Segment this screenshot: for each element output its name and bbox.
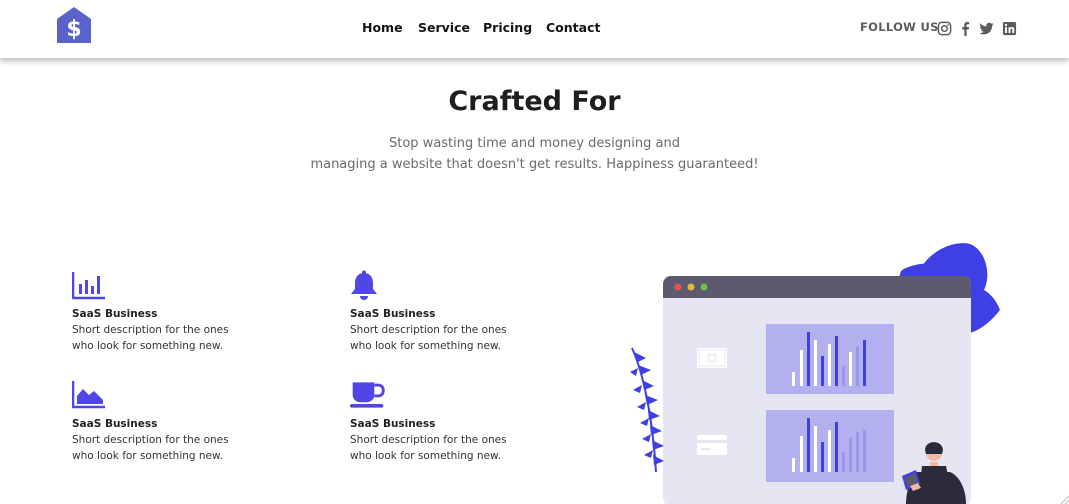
feature-description-line: Short description for the ones bbox=[350, 324, 507, 336]
feature-card: SaaS Business Short description for the … bbox=[350, 380, 570, 464]
linkedin-icon[interactable] bbox=[1002, 21, 1017, 36]
nav-link-home[interactable]: Home bbox=[362, 20, 403, 35]
feature-description-line: who look for something new. bbox=[350, 340, 501, 352]
dollar-house-icon[interactable]: $ bbox=[55, 6, 93, 44]
feature-title: SaaS Business bbox=[350, 418, 436, 430]
instagram-icon[interactable] bbox=[937, 21, 952, 36]
follow-us-label: FOLLOW US bbox=[860, 20, 939, 34]
feature-title: SaaS Business bbox=[72, 308, 158, 320]
bell-icon bbox=[351, 270, 377, 300]
nav-link-service[interactable]: Service bbox=[418, 20, 470, 35]
feature-title: SaaS Business bbox=[72, 418, 158, 430]
bar-chart-icon bbox=[72, 272, 105, 300]
feature-description-line: who look for something new. bbox=[72, 450, 223, 462]
feature-description-line: Short description for the ones bbox=[350, 434, 507, 446]
facebook-icon[interactable] bbox=[958, 21, 973, 36]
nav-link-pricing[interactable]: Pricing bbox=[483, 20, 532, 35]
feature-description-line: who look for something new. bbox=[350, 450, 501, 462]
hero-title: Crafted For bbox=[448, 86, 621, 117]
feature-description: Short description for the ones who look … bbox=[72, 322, 252, 354]
feature-description-line: Short description for the ones bbox=[72, 434, 229, 446]
resize-handle-icon[interactable] bbox=[1059, 494, 1069, 504]
svg-text:$: $ bbox=[66, 17, 81, 42]
feature-description: Short description for the ones who look … bbox=[350, 432, 530, 464]
navbar: $ Home Service Pricing Contact FOLLOW US bbox=[0, 0, 1069, 58]
hero-subtitle-line-1: Stop wasting time and money designing an… bbox=[389, 136, 680, 151]
feature-card: SaaS Business Short description for the … bbox=[350, 270, 570, 354]
nav-link-contact[interactable]: Contact bbox=[546, 20, 600, 35]
feature-card: SaaS Business Short description for the … bbox=[72, 270, 292, 354]
feature-card: SaaS Business Short description for the … bbox=[72, 380, 292, 464]
feature-description: Short description for the ones who look … bbox=[72, 432, 252, 464]
feature-description-line: Short description for the ones bbox=[72, 324, 229, 336]
twitter-icon[interactable] bbox=[979, 21, 994, 36]
feature-title: SaaS Business bbox=[350, 308, 436, 320]
feature-description-line: who look for something new. bbox=[72, 340, 223, 352]
hero-subtitle-line-2: managing a website that doesn't get resu… bbox=[310, 157, 759, 172]
fern-decoration bbox=[630, 347, 664, 473]
feature-description: Short description for the ones who look … bbox=[350, 322, 530, 354]
hero-subtitle: Stop wasting time and money designing an… bbox=[0, 133, 1069, 175]
dashboard-illustration bbox=[630, 243, 1000, 504]
coffee-cup-icon bbox=[350, 382, 385, 408]
follow-us: FOLLOW US bbox=[860, 20, 939, 34]
area-chart-icon bbox=[72, 381, 105, 409]
